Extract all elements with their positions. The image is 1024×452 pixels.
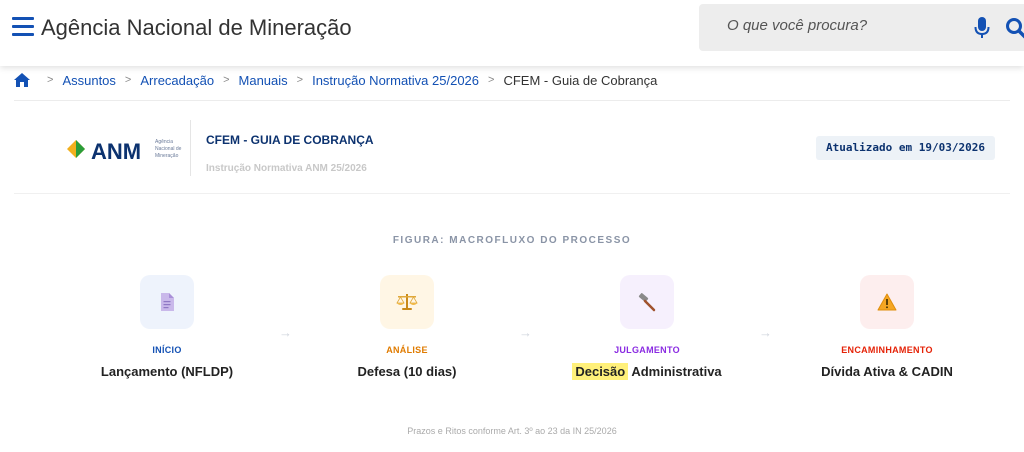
arrow-icon: → bbox=[519, 325, 532, 340]
arrow-icon: → bbox=[759, 325, 772, 340]
step-text: Defesa (10 dias) bbox=[357, 364, 457, 379]
process-step-julgamento: JULGAMENTO Decisão Administrativa bbox=[547, 275, 747, 380]
breadcrumb-separator: > bbox=[488, 74, 495, 86]
process-step-encaminhamento: ENCAMINHAMENTO Dívida Ativa & CADIN bbox=[787, 275, 987, 379]
breadcrumb-separator: > bbox=[223, 74, 230, 86]
step-label: ANÁLISE bbox=[386, 345, 428, 355]
search-icon[interactable] bbox=[1005, 17, 1024, 39]
document-title: CFEM - GUIA DE COBRANÇA bbox=[206, 133, 374, 147]
step-label: ENCAMINHAMENTO bbox=[841, 345, 933, 355]
breadcrumb-link-arrecadacao[interactable]: Arrecadação bbox=[140, 73, 214, 88]
step-icon-container bbox=[860, 275, 914, 329]
warning-icon bbox=[877, 293, 897, 311]
document-subtitle: Instrução Normativa ANM 25/2026 bbox=[206, 163, 367, 174]
process-step-inicio: INÍCIO Lançamento (NFLDP) bbox=[67, 275, 267, 379]
step-text-rest: Administrativa bbox=[628, 364, 722, 379]
step-text: Lançamento (NFLDP) bbox=[100, 364, 234, 379]
divider bbox=[14, 193, 1010, 194]
step-label: INÍCIO bbox=[152, 345, 182, 355]
menu-icon[interactable] bbox=[12, 17, 34, 37]
search-input[interactable] bbox=[727, 17, 957, 34]
highlighted-text: Decisão bbox=[572, 363, 629, 380]
logo-subtext-2: Nacional de bbox=[155, 146, 182, 152]
step-icon-container bbox=[140, 275, 194, 329]
search-box bbox=[699, 4, 1024, 51]
gavel-icon bbox=[638, 293, 656, 312]
document-icon bbox=[161, 293, 174, 311]
step-text: Decisão Administrativa bbox=[547, 363, 747, 380]
breadcrumb-current: CFEM - Guia de Cobrança bbox=[503, 72, 658, 88]
site-title[interactable]: Agência Nacional de Mineração bbox=[41, 15, 352, 41]
footnote: Prazos e Ritos conforme Art. 3º ao 23 da… bbox=[407, 426, 617, 436]
logo-text: ANM bbox=[91, 139, 141, 164]
logo-subtext-3: Mineração bbox=[155, 153, 179, 159]
home-icon[interactable] bbox=[14, 73, 30, 87]
breadcrumb-separator: > bbox=[124, 74, 132, 86]
step-icon-container bbox=[380, 275, 434, 329]
logo-separator bbox=[190, 120, 191, 176]
breadcrumb-separator: > bbox=[47, 74, 54, 86]
breadcrumb-link-assuntos[interactable]: Assuntos bbox=[62, 73, 115, 88]
anm-logo: ANM Agência Nacional de Mineração bbox=[67, 139, 182, 164]
microphone-icon[interactable] bbox=[974, 17, 990, 39]
step-label: JULGAMENTO bbox=[614, 345, 680, 355]
site-header: Agência Nacional de Mineração bbox=[0, 0, 1024, 66]
arrow-icon: → bbox=[279, 325, 292, 340]
step-text: Dívida Ativa & CADIN bbox=[821, 364, 953, 379]
process-step-analise: ANÁLISE Defesa (10 dias) bbox=[307, 275, 507, 379]
updated-badge: Atualizado em 19/03/2026 bbox=[816, 136, 995, 160]
step-icon-container bbox=[620, 275, 674, 329]
breadcrumb: > Assuntos > Arrecadação > Manuais > Ins… bbox=[14, 70, 657, 90]
logo-subtext-1: Agência bbox=[155, 139, 173, 145]
figure-caption: FIGURA: MACROFLUXO DO PROCESSO bbox=[392, 235, 632, 246]
breadcrumb-link-instrucao-normativa[interactable]: Instrução Normativa 25/2026 bbox=[312, 73, 479, 88]
scales-icon bbox=[396, 294, 418, 310]
divider bbox=[14, 100, 1010, 101]
breadcrumb-separator: > bbox=[296, 74, 304, 86]
breadcrumb-link-manuais[interactable]: Manuais bbox=[239, 73, 288, 88]
